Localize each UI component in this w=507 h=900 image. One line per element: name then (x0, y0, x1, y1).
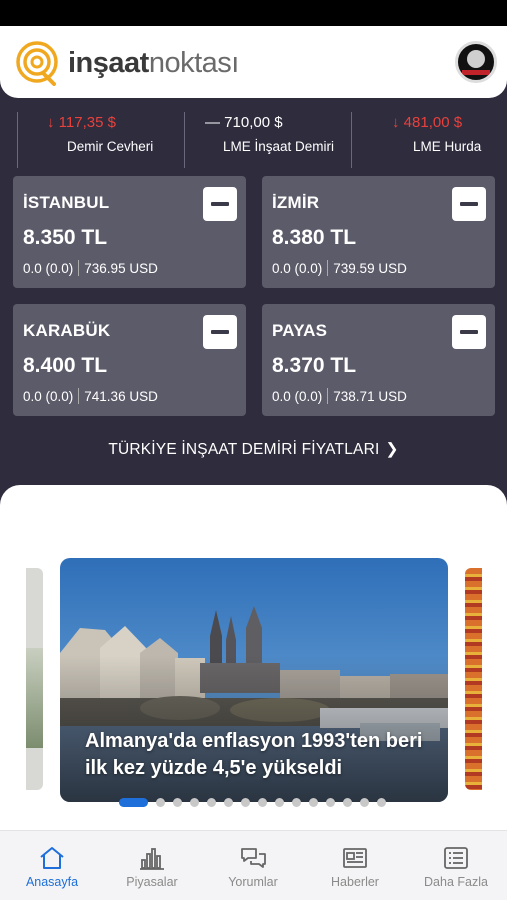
nav-label: Daha Fazla (424, 875, 488, 889)
carousel-prev-slide[interactable] (26, 568, 43, 790)
card-change: 0.0 (0.0) (23, 260, 74, 276)
dash-icon: — (205, 114, 220, 131)
card-usd: 741.36 USD (84, 388, 158, 404)
collapse-button[interactable] (203, 187, 237, 221)
all-prices-link[interactable]: TÜRKİYE İNŞAAT DEMİRİ FİYATLARI ❯ (0, 440, 507, 459)
carousel-dot[interactable] (292, 798, 301, 807)
nav-label: Anasayfa (25, 875, 79, 889)
ticker-item-demir-cevheri[interactable]: ↓ 117,35 $ Demir Cevheri (17, 108, 185, 168)
card-price: 8.370 TL (272, 354, 357, 377)
ticker-value: 117,35 $ (58, 114, 116, 131)
more-icon (444, 847, 468, 869)
carousel-dot[interactable] (309, 798, 318, 807)
card-city: İZMİR (272, 193, 320, 212)
chart-icon (140, 848, 164, 870)
card-city: İSTANBUL (23, 193, 110, 212)
collapse-button[interactable] (452, 187, 486, 221)
nav-label: Haberler (331, 875, 379, 889)
carousel-dot[interactable] (207, 798, 216, 807)
ticker-value: 710,00 $ (224, 114, 283, 131)
card-change: 0.0 (0.0) (272, 260, 323, 276)
card-usd: 738.71 USD (333, 388, 407, 404)
carousel-dot[interactable] (326, 798, 335, 807)
ticker-label: LME İnşaat Demiri (223, 139, 335, 154)
home-icon (40, 847, 64, 869)
card-usd: 739.59 USD (333, 260, 407, 276)
carousel-dot[interactable] (241, 798, 250, 807)
carousel-dot[interactable] (224, 798, 233, 807)
chevron-right-icon: ❯ (385, 441, 399, 458)
carousel-dot[interactable] (377, 798, 386, 807)
arrow-down-icon: ↓ (47, 114, 55, 131)
carousel-dot-active[interactable] (119, 798, 148, 807)
card-change: 0.0 (0.0) (23, 388, 74, 404)
nav-anasayfa[interactable]: Anasayfa (2, 845, 102, 889)
collapse-button[interactable] (452, 315, 486, 349)
carousel-dot[interactable] (156, 798, 165, 807)
carousel-dot[interactable] (275, 798, 284, 807)
carousel-dot[interactable] (258, 798, 267, 807)
price-card-istanbul[interactable]: İSTANBUL 8.350 TL 0.0 (0.0) 736.95 USD (13, 176, 246, 288)
logo-icon (16, 41, 58, 86)
arrow-down-icon: ↓ (392, 114, 400, 131)
card-usd: 736.95 USD (84, 260, 158, 276)
all-prices-label: TÜRKİYE İNŞAAT DEMİRİ FİYATLARI (108, 441, 380, 458)
nav-piyasalar[interactable]: Piyasalar (102, 845, 202, 889)
logo[interactable]: inşaatnoktası (14, 40, 239, 86)
collapse-button[interactable] (203, 315, 237, 349)
card-city: PAYAS (272, 321, 328, 340)
nav-label: Piyasalar (126, 875, 178, 889)
carousel-dot[interactable] (360, 798, 369, 807)
commodity-ticker: ↓ 117,35 $ Demir Cevheri — 710,00 $ LME … (0, 108, 507, 168)
carousel-next-slide[interactable] (465, 568, 482, 790)
status-bar (0, 0, 507, 26)
price-card-izmir[interactable]: İZMİR 8.380 TL 0.0 (0.0) 739.59 USD (262, 176, 495, 288)
card-city: KARABÜK (23, 321, 111, 340)
carousel-dot[interactable] (343, 798, 352, 807)
carousel-dot[interactable] (173, 798, 182, 807)
price-card-payas[interactable]: PAYAS 8.370 TL 0.0 (0.0) 738.71 USD (262, 304, 495, 416)
comments-icon (241, 848, 266, 868)
ticker-value: 481,00 $ (403, 114, 463, 131)
logo-text: inşaatnoktası (68, 47, 239, 80)
ticker-label: Demir Cevheri (67, 139, 154, 154)
carousel-pagination (119, 798, 394, 807)
logo-text-bold: inşaat (68, 46, 149, 79)
logo-text-light: noktası (148, 46, 240, 79)
nav-yorumlar[interactable]: Yorumlar (203, 845, 303, 889)
news-icon (343, 848, 367, 868)
bottom-navigation: Anasayfa Piyasalar Yorumlar Haberler Dah… (0, 830, 507, 900)
ticker-label: LME Hurda (413, 139, 482, 154)
nav-label: Yorumlar (228, 875, 278, 889)
nav-daha-fazla[interactable]: Daha Fazla (406, 845, 506, 889)
carousel-dot[interactable] (190, 798, 199, 807)
news-headline: Almanya'da enflasyon 1993'ten beri ilk k… (85, 730, 423, 779)
price-card-karabuk[interactable]: KARABÜK 8.400 TL 0.0 (0.0) 741.36 USD (13, 304, 246, 416)
ticker-item-lme-insaat-demiri[interactable]: — 710,00 $ LME İnşaat Demiri (185, 108, 352, 168)
news-slide[interactable]: Almanya'da enflasyon 1993'ten beri ilk k… (60, 558, 448, 802)
app-header: inşaatnoktası (0, 26, 507, 98)
avatar[interactable] (455, 41, 497, 83)
card-price: 8.380 TL (272, 226, 357, 249)
nav-haberler[interactable]: Haberler (305, 845, 405, 889)
card-price: 8.350 TL (23, 226, 108, 249)
card-change: 0.0 (0.0) (272, 388, 323, 404)
card-price: 8.400 TL (23, 354, 108, 377)
ticker-item-lme-hurda[interactable]: ↓ 481,00 $ LME Hurda (352, 108, 492, 168)
